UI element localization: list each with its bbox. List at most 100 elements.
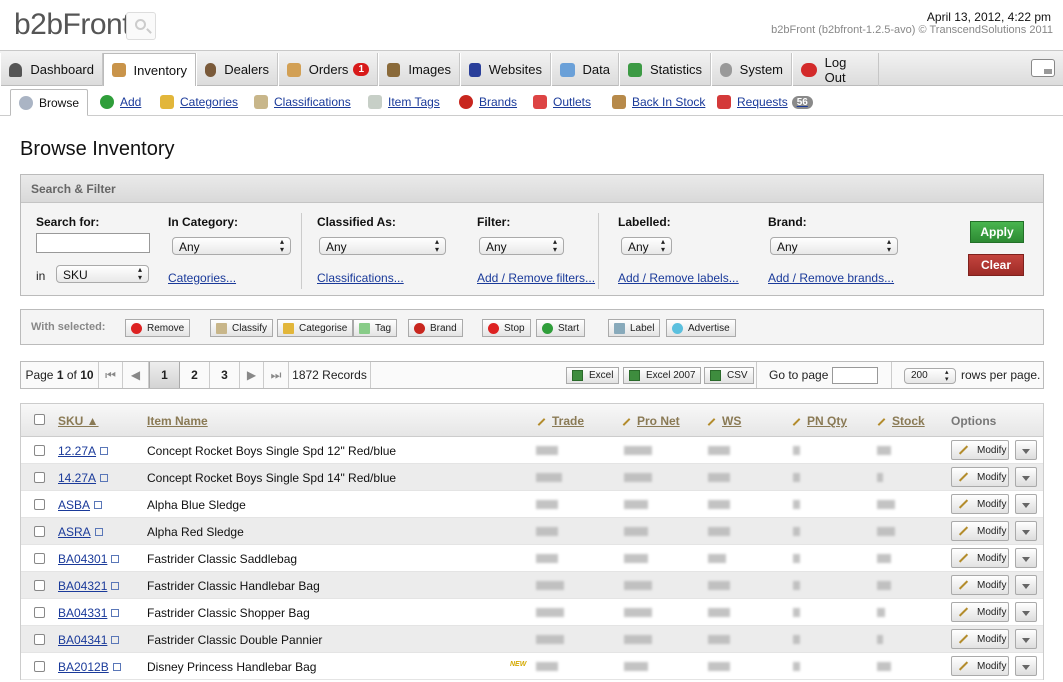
sku-link[interactable]: 14.27A	[58, 471, 109, 485]
categorise-button[interactable]: Categorise	[277, 319, 354, 337]
prev-page-button[interactable]: ◀	[123, 362, 149, 388]
modify-button[interactable]: Modify	[951, 602, 1009, 622]
col-pro-net[interactable]: Pro Net	[622, 414, 680, 428]
page-1-button[interactable]: 1	[149, 362, 180, 388]
modify-button[interactable]: Modify	[951, 494, 1009, 514]
tab-orders[interactable]: Orders 1	[278, 53, 378, 86]
tab-inventory[interactable]: Inventory	[103, 53, 196, 87]
search-field-select[interactable]: SKU	[56, 265, 149, 283]
brand-select[interactable]: Any	[770, 237, 898, 255]
subtab-item-tags[interactable]: Item Tags	[368, 90, 440, 114]
brand-button[interactable]: Brand	[408, 319, 463, 337]
filter-select[interactable]: Any	[479, 237, 564, 255]
row-checkbox[interactable]	[34, 526, 45, 537]
row-checkbox[interactable]	[34, 607, 45, 618]
tab-websites[interactable]: Websites	[460, 53, 551, 86]
sku-link[interactable]: BA2012B	[58, 660, 121, 674]
sku-link[interactable]: ASRA	[58, 525, 103, 539]
filters-link[interactable]: Add / Remove filters...	[477, 271, 595, 285]
remove-button[interactable]: Remove	[125, 319, 191, 337]
rows-per-page-select[interactable]: 200	[904, 368, 956, 384]
sku-link[interactable]: BA04331	[58, 606, 120, 620]
row-options-dropdown[interactable]	[1015, 467, 1037, 487]
row-checkbox[interactable]	[34, 661, 45, 672]
label-button[interactable]: Label	[608, 319, 661, 337]
brands-link[interactable]: Add / Remove brands...	[768, 271, 894, 285]
row-options-dropdown[interactable]	[1015, 494, 1037, 514]
apply-button[interactable]: Apply	[970, 221, 1024, 243]
page-2-button[interactable]: 2	[180, 362, 210, 388]
subtab-back-in-stock[interactable]: Back In Stock	[612, 90, 705, 114]
page-3-button[interactable]: 3	[210, 362, 240, 388]
next-page-button[interactable]: ▶	[240, 362, 264, 388]
tab-images[interactable]: Images	[378, 53, 460, 86]
search-input[interactable]	[36, 233, 150, 253]
labelled-select[interactable]: Any	[621, 237, 672, 255]
row-checkbox[interactable]	[34, 499, 45, 510]
row-checkbox[interactable]	[34, 553, 45, 564]
modify-button[interactable]: Modify	[951, 521, 1009, 541]
modify-button[interactable]: Modify	[951, 575, 1009, 595]
subtab-requests[interactable]: Requests 56	[717, 90, 813, 114]
classified-select[interactable]: Any	[319, 237, 446, 255]
subtab-brands[interactable]: Brands	[459, 90, 517, 114]
subtab-categories[interactable]: Categories	[160, 90, 238, 114]
col-item-name[interactable]: Item Name	[147, 414, 208, 428]
window-toggle-icon[interactable]	[1031, 59, 1055, 77]
sku-link[interactable]: BA04341	[58, 633, 120, 647]
categories-link[interactable]: Categories...	[168, 271, 236, 285]
row-options-dropdown[interactable]	[1015, 548, 1037, 568]
stop-button[interactable]: Stop	[482, 319, 531, 337]
modify-button[interactable]: Modify	[951, 548, 1009, 568]
modify-button[interactable]: Modify	[951, 656, 1009, 676]
classify-button[interactable]: Classify	[210, 319, 274, 337]
row-checkbox[interactable]	[34, 580, 45, 591]
sku-link[interactable]: ASBA	[58, 498, 103, 512]
goto-page-input[interactable]	[832, 367, 878, 384]
start-button[interactable]: Start	[536, 319, 586, 337]
row-options-dropdown[interactable]	[1015, 656, 1037, 676]
tab-statistics[interactable]: Statistics	[619, 53, 711, 86]
category-select[interactable]: Any	[172, 237, 291, 255]
modify-button[interactable]: Modify	[951, 629, 1009, 649]
subtab-outlets[interactable]: Outlets	[533, 90, 591, 114]
row-options-dropdown[interactable]	[1015, 629, 1037, 649]
export-excel2007-button[interactable]: Excel 2007	[623, 367, 702, 384]
clear-button[interactable]: Clear	[968, 254, 1024, 276]
last-page-button[interactable]: ⏭	[264, 362, 289, 388]
labels-link[interactable]: Add / Remove labels...	[618, 271, 739, 285]
col-ws[interactable]: WS	[707, 414, 741, 428]
row-checkbox[interactable]	[34, 472, 45, 483]
subtab-add[interactable]: Add	[100, 90, 141, 114]
select-all-checkbox[interactable]	[34, 414, 45, 425]
row-options-dropdown[interactable]	[1015, 440, 1037, 460]
tab-logout[interactable]: Log Out	[792, 53, 879, 86]
row-options-dropdown[interactable]	[1015, 575, 1037, 595]
col-sku[interactable]: SKU ▲	[58, 414, 99, 428]
tab-system[interactable]: System	[711, 53, 792, 86]
advertise-button[interactable]: Advertise	[666, 319, 736, 337]
col-stock[interactable]: Stock	[877, 414, 925, 428]
export-excel-button[interactable]: Excel	[566, 367, 620, 384]
tab-dashboard[interactable]: Dashboard	[0, 53, 103, 86]
subtab-browse[interactable]: Browse	[10, 89, 89, 116]
tag-button[interactable]: Tag	[353, 319, 398, 337]
sku-link[interactable]: 12.27A	[58, 444, 109, 458]
subtab-classifications[interactable]: Classifications	[254, 90, 351, 114]
export-csv-button[interactable]: CSV	[704, 367, 754, 384]
row-checkbox[interactable]	[34, 445, 45, 456]
tab-dealers[interactable]: Dealers	[196, 53, 278, 86]
sku-link[interactable]: BA04301	[58, 552, 120, 566]
col-pn-qty[interactable]: PN Qty	[792, 414, 847, 428]
modify-button[interactable]: Modify	[951, 467, 1009, 487]
col-trade[interactable]: Trade	[537, 414, 584, 428]
first-page-button[interactable]: ⏮	[99, 362, 123, 388]
row-options-dropdown[interactable]	[1015, 521, 1037, 541]
row-checkbox[interactable]	[34, 634, 45, 645]
modify-button[interactable]: Modify	[951, 440, 1009, 460]
classifications-link[interactable]: Classifications...	[317, 271, 404, 285]
tab-data[interactable]: Data	[551, 53, 619, 86]
quick-search-button[interactable]	[126, 12, 156, 40]
app-logo[interactable]: b2bFront	[14, 8, 131, 42]
sku-link[interactable]: BA04321	[58, 579, 120, 593]
